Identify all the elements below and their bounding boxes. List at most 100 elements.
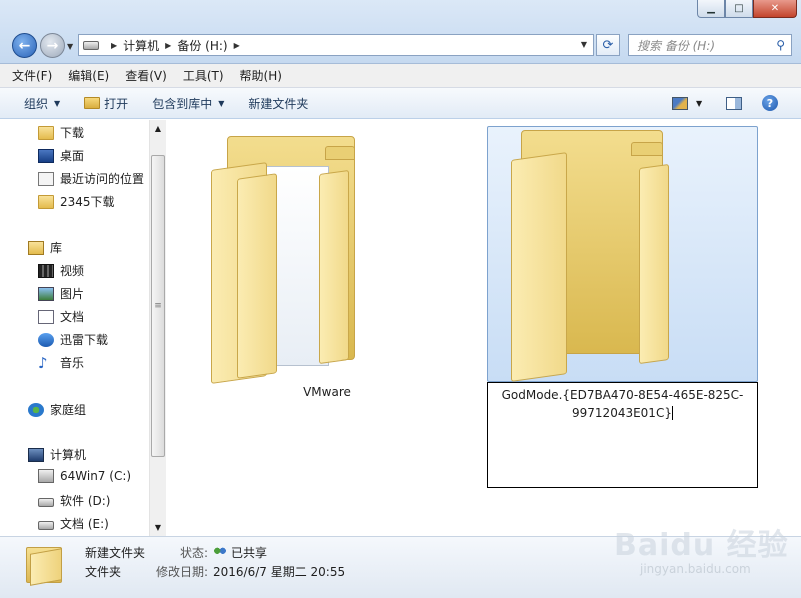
help-icon[interactable]: ? (762, 95, 778, 111)
menu-edit[interactable]: 编辑(E) (68, 67, 109, 84)
chevron-down-icon[interactable]: ▼ (581, 40, 587, 49)
menu-view[interactable]: 查看(V) (125, 67, 167, 84)
details-modified-key: 修改日期: (156, 565, 209, 579)
nav-item-music[interactable]: ♪ 音乐 (38, 354, 84, 371)
chevron-right-icon[interactable]: ▶ (165, 41, 171, 50)
folder-open-icon (84, 97, 101, 109)
nav-item-2345-downloads[interactable]: 2345下载 (38, 193, 115, 210)
folder-icon (38, 194, 54, 209)
nav-item-libraries[interactable]: 库 (28, 239, 62, 256)
file-list: VMware GodMode.{ED7BA470-8E54-465E-825C-… (167, 120, 801, 536)
nav-item-videos[interactable]: 视频 (38, 262, 84, 279)
menu-file[interactable]: 文件(F) (12, 67, 52, 84)
picture-icon (38, 286, 54, 301)
computer-icon (28, 447, 44, 462)
nav-item-homegroup[interactable]: 家庭组 (28, 401, 86, 418)
chevron-right-icon[interactable]: ▶ (234, 41, 240, 50)
menu-tools[interactable]: 工具(T) (183, 67, 224, 84)
change-view-icon[interactable] (672, 97, 688, 110)
nav-item-drive-e[interactable]: 文档 (E:) (38, 515, 109, 532)
details-type: 文件夹 (85, 565, 122, 579)
new-folder-button[interactable]: 新建文件夹 (248, 95, 308, 112)
nav-item-pictures[interactable]: 图片 (38, 285, 84, 302)
baidu-watermark: Baidu 经验 (614, 528, 789, 563)
nav-item-drive-c[interactable]: 64Win7 (C:) (38, 469, 131, 483)
search-input[interactable]: 搜索 备份 (H:) ⚲ (628, 34, 792, 56)
title-bar: ▁ □ ✕ ← → ▼ ▶ 计算机 ▶ 备份 (H:) ▶ ▼ ⟳ 搜索 备份 … (0, 0, 801, 64)
details-status: 已共享 (213, 544, 267, 561)
nav-item-downloads[interactable]: 下载 (38, 124, 84, 141)
scroll-thumb[interactable]: ≡ (151, 155, 165, 457)
nav-scrollbar[interactable]: ▲ ≡ ▼ (149, 120, 166, 536)
music-note-icon: ♪ (38, 353, 48, 372)
organize-button[interactable]: 组织 ▼ (24, 95, 60, 112)
nav-label: 计算机 (50, 448, 87, 462)
arrow-right-icon: → (46, 37, 59, 54)
search-icon[interactable]: ⚲ (776, 38, 785, 52)
nav-label: 最近访问的位置 (60, 172, 145, 186)
nav-label: 图片 (60, 287, 85, 301)
details-name: 新建文件夹 (85, 546, 146, 560)
menu-help[interactable]: 帮助(H) (240, 67, 282, 84)
rename-input[interactable]: GodMode.{ED7BA470-8E54-465E-825C- 997120… (487, 382, 758, 488)
forward-button[interactable]: → (40, 33, 65, 58)
chevron-down-icon: ▼ (218, 98, 225, 108)
chevron-down-icon[interactable]: ▼ (696, 99, 702, 108)
text-caret (671, 406, 673, 420)
breadcrumb-backup-drive[interactable]: 备份 (H:) (177, 37, 227, 54)
minimize-button[interactable]: ▁ (697, 0, 725, 18)
nav-item-computer[interactable]: 计算机 (28, 446, 86, 463)
close-button[interactable]: ✕ (753, 0, 797, 18)
folder-front (639, 163, 669, 365)
address-bar[interactable]: ▶ 计算机 ▶ 备份 (H:) ▶ ▼ (78, 34, 594, 56)
chevron-down-icon: ▼ (54, 98, 61, 108)
details-modified-value: 2016/6/7 星期二 20:55 (213, 565, 346, 579)
preview-pane-icon[interactable] (726, 97, 742, 110)
breadcrumb-computer[interactable]: 计算机 (123, 37, 159, 54)
baidu-watermark-url: jingyan.baidu.com (640, 562, 751, 576)
nav-label: 音乐 (60, 356, 85, 370)
nav-label: 视频 (60, 264, 85, 278)
organize-label: 组织 (24, 96, 49, 111)
nav-item-desktop[interactable]: 桌面 (38, 147, 84, 164)
folder-item-vmware[interactable] (207, 126, 387, 384)
folder-icon (38, 125, 54, 140)
refresh-icon: ⟳ (602, 37, 614, 53)
drive-icon (38, 498, 54, 507)
drive-icon (83, 40, 99, 50)
scroll-up-icon[interactable]: ▲ (150, 120, 166, 137)
details-status-key: 状态: (180, 546, 209, 560)
nav-item-drive-d[interactable]: 软件 (D:) (38, 492, 110, 509)
close-icon: ✕ (770, 3, 780, 14)
folder-icon (26, 543, 62, 586)
nav-label: 库 (50, 241, 63, 255)
drive-icon (38, 521, 54, 530)
include-in-library-button[interactable]: 包含到库中 ▼ (152, 95, 224, 112)
chevron-right-icon[interactable]: ▶ (111, 41, 117, 50)
nav-label: 2345下载 (60, 195, 115, 209)
new-folder-label: 新建文件夹 (248, 96, 309, 111)
folder-item-godmode[interactable] (507, 126, 687, 382)
window-controls: ▁ □ ✕ (697, 0, 797, 18)
file-name-label: VMware (303, 385, 351, 399)
nav-label: 家庭组 (50, 403, 87, 417)
folder-tab (631, 142, 663, 156)
scroll-down-icon[interactable]: ▼ (150, 519, 166, 536)
nav-item-documents[interactable]: 文档 (38, 308, 84, 325)
minimize-icon: ▁ (707, 3, 715, 14)
folder-front (237, 173, 277, 379)
nav-label: 文档 (60, 310, 85, 324)
open-button[interactable]: 打开 (84, 95, 128, 112)
nav-item-thunder-downloads[interactable]: 迅雷下载 (38, 331, 108, 348)
nav-label: 64Win7 (C:) (60, 469, 132, 483)
nav-item-recent-places[interactable]: 最近访问的位置 (38, 170, 144, 187)
chevron-down-icon[interactable]: ▼ (67, 42, 73, 51)
document-icon (38, 309, 54, 324)
folder-front (319, 169, 349, 365)
open-label: 打开 (104, 96, 129, 111)
back-button[interactable]: ← (12, 33, 37, 58)
rename-text-line-1: GodMode.{ED7BA470-8E54-465E-825C- (501, 388, 744, 402)
library-icon (28, 240, 44, 255)
maximize-button[interactable]: □ (725, 0, 753, 18)
refresh-button[interactable]: ⟳ (596, 34, 620, 56)
